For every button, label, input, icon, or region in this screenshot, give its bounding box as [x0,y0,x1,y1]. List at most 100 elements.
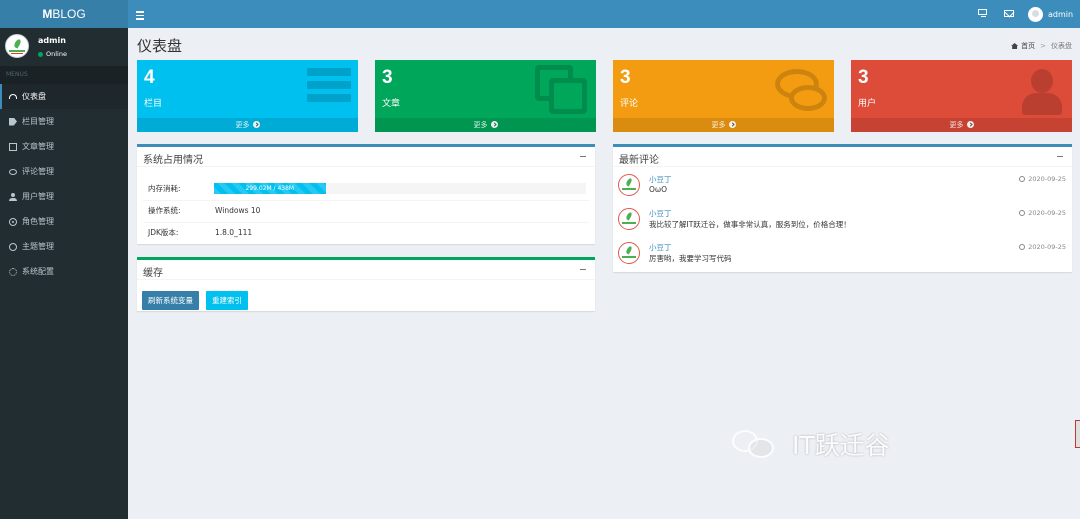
stat-box-users: 3 用户 更多 [851,60,1072,132]
arrow-circle-right-icon [252,121,260,128]
avatar [618,242,640,264]
more-info-link[interactable]: 更多 [613,118,834,132]
sidebar-item-comments[interactable]: 评论管理 [0,159,128,184]
user-icon [9,192,17,201]
stat-count: 4 [144,67,155,88]
comment-text: OωO [649,185,668,194]
app-logo[interactable]: MBLOG [0,0,128,28]
stat-box-categories: 4 栏目 更多 [137,60,358,132]
os-label: 操作系统: [148,206,181,215]
sidebar-item-categories[interactable]: 栏目管理 [0,109,128,134]
arrow-circle-right-icon [490,121,498,128]
stat-label: 文章 [382,99,401,109]
clock-icon [1019,244,1026,250]
stat-box-comments: 3 评论 更多 [613,60,834,132]
avatar [618,208,640,230]
memory-progress-bar: 299.02M / 438M [214,183,326,194]
avatar [618,174,640,196]
system-usage-panel: 系统占用情况 内存消耗: 299.02M / 438M 操作系统: Window… [137,144,595,244]
stat-label: 评论 [620,99,639,109]
status-dot-icon [38,51,43,57]
user-menu-name: admin [1048,9,1074,19]
stat-count: 3 [620,67,631,88]
avatar [1028,6,1043,22]
envelope-icon[interactable] [1004,10,1014,17]
comment-item: 小豆丁 我比较了解IT跃迁谷，做事非常认真，服务到位，价格合理！ 2020-09… [618,208,1066,236]
scrollbar-handle[interactable] [1075,420,1080,448]
user-icon [1022,69,1062,115]
sidebar: admin Online MENUS 仪表盘 栏目管理 文章管理 评论管理 用户… [0,28,128,519]
panel-title: 缓存 [143,268,163,279]
comment-author[interactable]: 小豆丁 [649,242,672,253]
comment-text: 厉害哟，我要学习写代码 [649,254,732,263]
comments-icon [9,168,17,175]
sidebar-item-dashboard[interactable]: 仪表盘 [0,84,128,109]
watermark: IT跃迁谷 [732,422,890,466]
refresh-variables-button[interactable]: 刷新系统变量 [142,291,199,310]
breadcrumb-current: 仪表盘 [1051,42,1072,50]
comment-time: 2020-09-25 [1019,243,1066,251]
more-info-link[interactable]: 更多 [137,118,358,132]
arrow-circle-right-icon [966,121,974,128]
jdk-value: 1.8.0_111 [215,228,253,237]
tag-icon [9,117,17,126]
wechat-logo-icon [732,424,780,464]
sidebar-item-articles[interactable]: 文章管理 [0,134,128,159]
collapse-icon[interactable] [1057,156,1063,157]
comment-time: 2020-09-25 [1019,209,1066,217]
copy-icon [9,142,17,151]
panel-title: 系统占用情况 [143,155,203,166]
comment-item: 小豆丁 OωO 2020-09-25 [618,174,1066,202]
sidebar-item-roles[interactable]: 角色管理 [0,209,128,234]
user-panel-name: admin [38,36,66,45]
comment-text: 我比较了解IT跃迁谷，做事非常认真，服务到位，价格合理！ [649,220,851,229]
online-status: Online [38,50,67,58]
comment-time: 2020-09-25 [1019,175,1066,183]
sidebar-item-users[interactable]: 用户管理 [0,184,128,209]
bars-icon [307,68,351,107]
rebuild-index-button[interactable]: 重建索引 [206,291,248,310]
top-navbar: admin [128,0,1080,28]
menus-header: MENUS [0,66,128,84]
cache-panel: 缓存 刷新系统变量 重建索引 [137,257,595,311]
stat-label: 栏目 [144,99,163,109]
avatar [5,34,29,58]
gear-icon [9,267,17,276]
memory-progress: 299.02M / 438M [214,183,586,194]
stat-count: 3 [858,67,869,88]
stat-label: 用户 [858,99,877,109]
arrow-circle-right-icon [728,121,736,128]
more-info-link[interactable]: 更多 [851,118,1072,132]
clock-icon [1019,176,1026,182]
stat-box-articles: 3 文章 更多 [375,60,596,132]
more-info-link[interactable]: 更多 [375,118,596,132]
os-value: Windows 10 [215,206,261,215]
main-content: 仪表盘 首页 > 仪表盘 4 栏目 更多 3 文章 更多 3 评论 更多 3 用… [128,28,1080,519]
clock-icon [1019,210,1026,216]
sidebar-toggle-icon[interactable] [136,7,148,21]
breadcrumb-home[interactable]: 首页 [1021,41,1035,51]
watermark-text: IT跃迁谷 [792,431,890,460]
user-panel: admin Online [0,28,128,66]
user-menu[interactable]: admin [1028,6,1073,22]
role-icon [9,217,17,226]
comment-item: 小豆丁 厉害哟，我要学习写代码 2020-09-25 [618,242,1066,270]
collapse-icon[interactable] [580,269,586,270]
breadcrumb: 首页 > 仪表盘 [1011,41,1072,51]
circle-icon [9,242,17,251]
sidebar-item-themes[interactable]: 主题管理 [0,234,128,259]
monitor-icon[interactable] [978,9,989,18]
jdk-label: JDK版本: [148,228,179,237]
panel-title: 最新评论 [619,155,659,166]
collapse-icon[interactable] [580,156,586,157]
sidebar-item-settings[interactable]: 系统配置 [0,259,128,284]
comment-author[interactable]: 小豆丁 [649,208,672,219]
dashboard-icon [9,94,17,99]
latest-comments-panel: 最新评论 小豆丁 OωO 2020-09-25 小豆丁 我比较了解IT跃迁谷，做… [613,144,1072,272]
comment-author[interactable]: 小豆丁 [649,174,672,185]
page-title: 仪表盘 [137,37,183,55]
memory-label: 内存消耗: [148,184,181,193]
copy-icon [535,65,590,115]
stat-count: 3 [382,67,393,88]
home-icon [1011,43,1019,49]
